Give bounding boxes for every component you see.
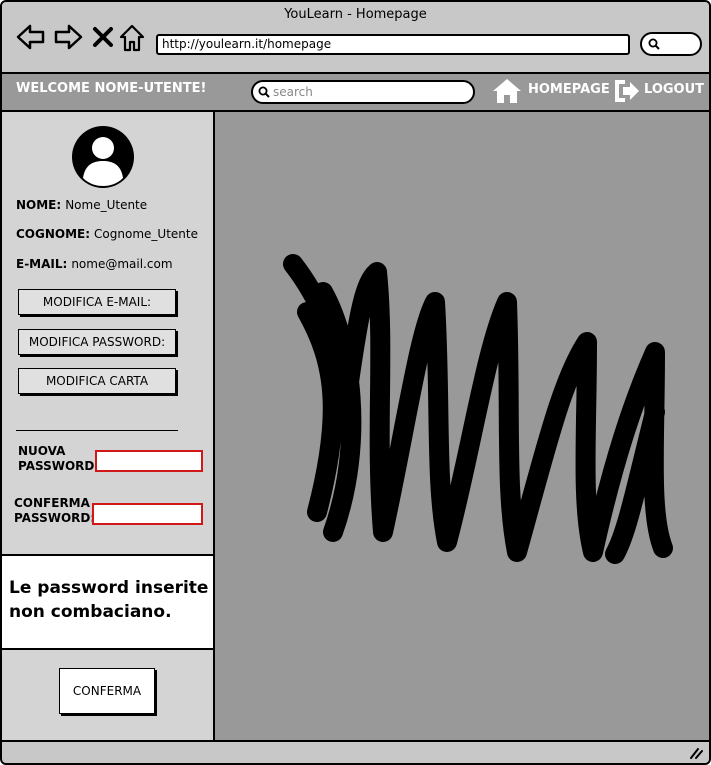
surname-row: COGNOME: Cognome_Utente	[16, 227, 198, 241]
search-icon	[258, 86, 270, 98]
surname-label: COGNOME:	[16, 227, 91, 241]
browser-titlebar: YouLearn - Homepage http://youlearn.it/h…	[2, 2, 709, 74]
homepage-link[interactable]: HOMEPAGE	[528, 82, 610, 97]
search-icon	[648, 38, 660, 50]
new-password-input[interactable]	[95, 450, 203, 472]
site-search-field[interactable]	[251, 80, 475, 104]
logout-icon[interactable]	[612, 78, 640, 104]
name-label: NOME:	[16, 198, 62, 212]
site-search-input[interactable]	[273, 84, 463, 100]
name-row: NOME: Nome_Utente	[16, 198, 147, 212]
confirm-password-input[interactable]	[92, 503, 203, 525]
user-avatar-icon	[72, 126, 134, 188]
back-arrow-icon[interactable]	[16, 22, 46, 52]
email-value: nome@mail.com	[71, 257, 173, 271]
edit-password-button[interactable]: MODIFICA PASSWORD:	[18, 329, 176, 355]
status-bar	[2, 740, 709, 763]
logout-link[interactable]: LOGOUT	[644, 82, 704, 97]
home-icon[interactable]	[119, 24, 145, 52]
window-title: YouLearn - Homepage	[284, 7, 427, 22]
email-label: E-MAIL:	[16, 257, 68, 271]
welcome-text: WELCOME NOME-UTENTE!	[16, 81, 207, 96]
scribble-placeholder-image	[283, 254, 673, 564]
browser-window: YouLearn - Homepage http://youlearn.it/h…	[0, 0, 711, 765]
close-icon[interactable]	[91, 25, 115, 49]
address-bar[interactable]: http://youlearn.it/homepage	[156, 34, 630, 55]
main-content-area	[215, 112, 709, 740]
confirm-password-label: CONFERMA PASSWORD:	[14, 496, 96, 525]
password-mismatch-error: Le password inserite non combaciano.	[9, 578, 209, 622]
homepage-house-icon[interactable]	[492, 78, 522, 104]
resize-grip-icon[interactable]	[689, 747, 703, 759]
name-value: Nome_Utente	[65, 198, 148, 212]
browser-search-field[interactable]	[640, 32, 702, 56]
edit-email-button[interactable]: MODIFICA E-MAIL:	[18, 289, 176, 315]
forward-arrow-icon[interactable]	[53, 22, 83, 52]
new-password-label: NUOVA PASSWORD:	[18, 444, 100, 473]
app-header: WELCOME NOME-UTENTE! HOMEPAGE LOGOUT	[2, 74, 709, 112]
surname-value: Cognome_Utente	[94, 227, 198, 241]
email-row: E-MAIL: nome@mail.com	[16, 257, 173, 271]
sidebar-divider	[16, 430, 178, 431]
error-message-box: Le password inserite non combaciano.	[2, 554, 213, 650]
confirm-button[interactable]: CONFERMA	[59, 668, 155, 714]
edit-card-button[interactable]: MODIFICA CARTA	[18, 368, 176, 394]
profile-sidebar: NOME: Nome_Utente COGNOME: Cognome_Utente …	[2, 112, 215, 740]
